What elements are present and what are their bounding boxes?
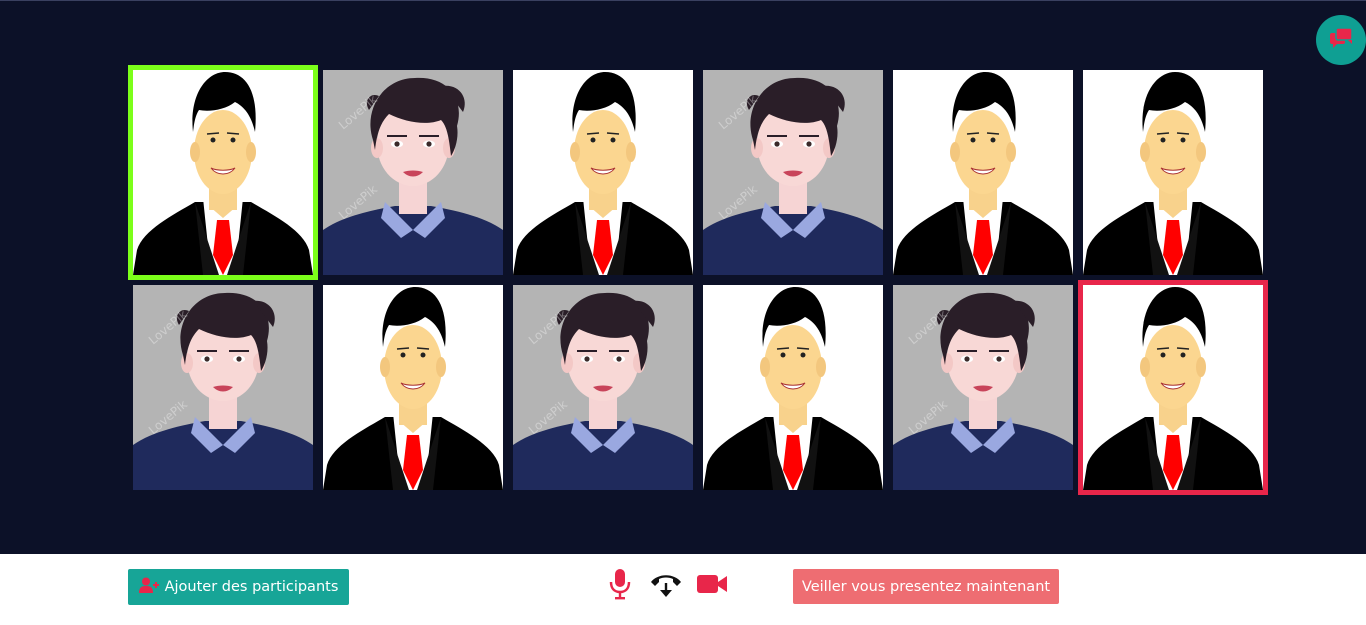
chat-button[interactable] [1316,15,1366,65]
participant-avatar-woman: LovePik LovePik [323,70,503,275]
add-participants-label: Ajouter des participants [164,579,339,595]
participant-tile[interactable]: LovePik LovePik [513,285,693,490]
participant-avatar-woman: LovePik LovePik [513,285,693,490]
participant-tile[interactable]: LovePik LovePik [133,285,313,490]
participant-avatar-man [133,70,313,275]
participant-avatar-woman: LovePik LovePik [133,285,313,490]
participant-tile[interactable] [513,70,693,275]
call-toolbar: Ajouter des participants Veiller vous pr… [0,554,1366,625]
add-participants-button[interactable]: Ajouter des participants [128,569,349,605]
video-camera-icon [696,573,728,599]
participant-tile[interactable] [1078,280,1268,495]
participant-avatar-man [703,285,883,490]
participant-tile[interactable] [1083,70,1263,275]
user-plus-icon [138,577,159,597]
participant-avatar-man [513,70,693,275]
phone-hangup-icon [649,570,683,602]
participant-avatar-woman: LovePik LovePik [893,285,1073,490]
participant-avatar-man [323,285,503,490]
microphone-icon [608,568,632,604]
video-stage: LovePik LovePik LovePik LovePik LovePik … [0,0,1366,554]
participant-avatar-man [1083,70,1263,275]
participant-tile[interactable] [128,65,318,280]
participant-tile[interactable] [893,70,1073,275]
chat-bubbles-icon [1328,27,1354,53]
participant-avatar-man [893,70,1073,275]
participant-tile[interactable] [703,285,883,490]
hang-up-button[interactable] [648,568,684,604]
camera-button[interactable] [694,568,730,604]
participant-tile[interactable] [323,285,503,490]
participant-avatar-woman: LovePik LovePik [703,70,883,275]
participant-tile[interactable]: LovePik LovePik [703,70,883,275]
present-now-button[interactable]: Veiller vous presentez maintenant [793,569,1059,604]
participant-tile[interactable]: LovePik LovePik [323,70,503,275]
participant-avatar-man [1083,285,1263,490]
participant-tile[interactable]: LovePik LovePik [893,285,1073,490]
microphone-button[interactable] [602,568,638,604]
